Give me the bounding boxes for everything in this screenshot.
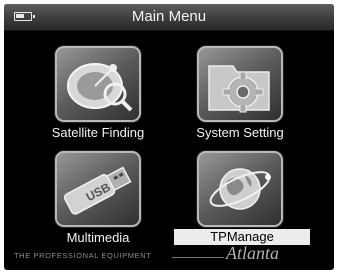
footer-tagline: THE PROFESSIONAL EQUIPMENT [14, 251, 152, 260]
menu-item-multimedia[interactable]: USB [55, 151, 141, 227]
page-title: Main Menu [131, 8, 207, 25]
satellite-dish-icon [67, 63, 133, 112]
title-bar: Main Menu [4, 4, 334, 31]
menu-item-system-setting[interactable] [197, 46, 283, 122]
globe-orbit-icon [209, 168, 271, 210]
menu-label-satellite-finding[interactable]: Satellite Finding [34, 125, 162, 140]
gear-folder-icon [208, 65, 270, 113]
brand-logo: Atlanta [226, 243, 279, 263]
footer-divider [172, 257, 224, 258]
menu-item-satellite-finding[interactable] [55, 46, 141, 122]
menu-label-system-setting[interactable]: System Setting [176, 125, 304, 140]
menu-item-tpmanage[interactable] [197, 151, 283, 227]
usb-drive-icon: USB [63, 166, 132, 215]
device-screen: Main Menu Satellite Finding System Setti… [4, 4, 334, 270]
menu-label-multimedia[interactable]: Multimedia [34, 230, 162, 245]
